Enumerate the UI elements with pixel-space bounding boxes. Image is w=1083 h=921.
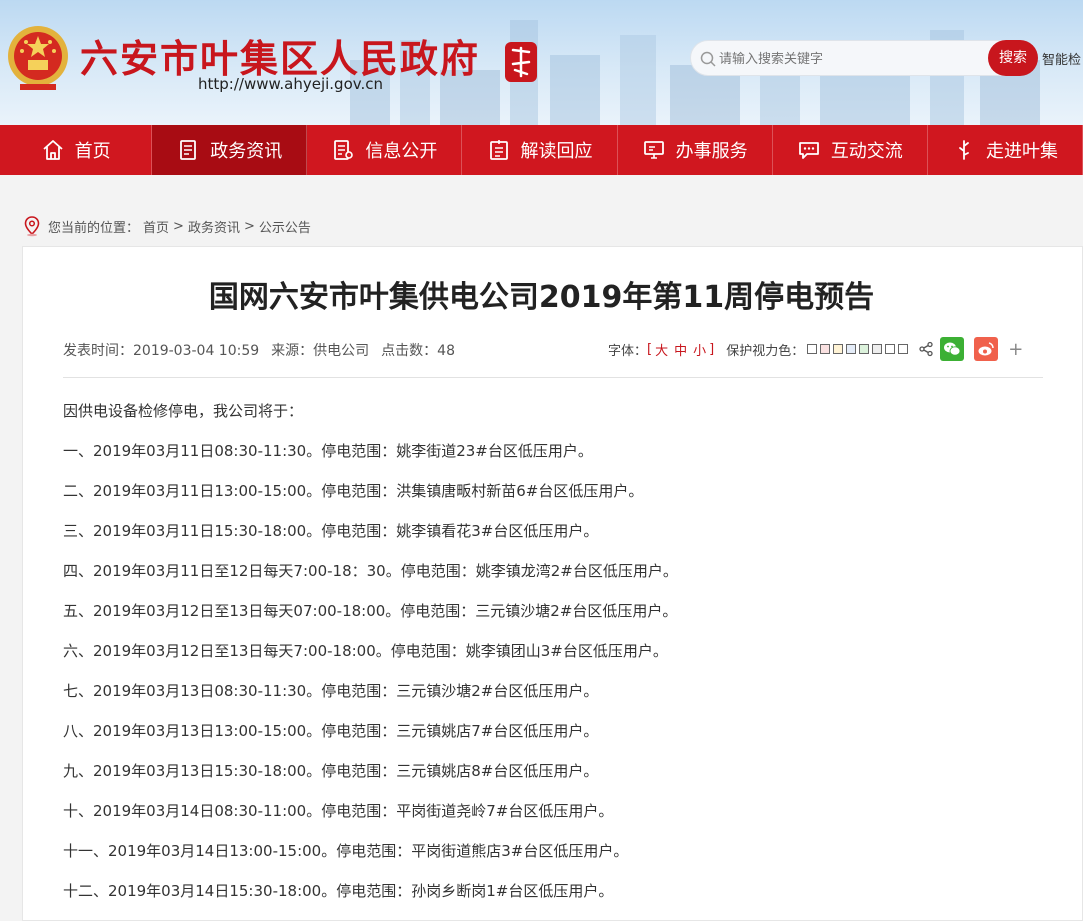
source-value: 供电公司 [313, 343, 370, 359]
main-nav: 首页 政务资讯 信息公开 解读回应 办事服务 互动交流 走进叶集 [0, 125, 1083, 175]
wechat-logo-icon [944, 342, 961, 356]
font-size-medium[interactable]: 中 [674, 340, 687, 359]
source-label: 来源： [271, 343, 314, 359]
nav-item-label: 首页 [74, 141, 111, 162]
eye-color-swatch[interactable] [859, 344, 870, 354]
notice-icon [489, 140, 508, 160]
breadcrumb-news[interactable]: 政务资讯 [188, 217, 240, 236]
article-meta: 发表时间：2019-03-04 10:59 来源：供电公司 点击数：48 [63, 340, 455, 360]
nav-item-about-yeji[interactable]: 走进叶集 [928, 125, 1083, 175]
meta-divider [63, 377, 1043, 378]
paragraph: 二、2019年03月11日13:00-15:00。停电范围：洪集镇唐畈村新苗6#… [63, 482, 644, 500]
article-content: 因供电设备检修停电，我公司将于： 一、2019年03月11日08:30-11:3… [63, 398, 1043, 918]
bracket-close: ] [709, 341, 715, 357]
paragraph: 五、2019年03月12日至13日每天07:00-18:00。停电范围：三元镇沙… [63, 602, 678, 620]
publish-time: 发表时间：2019-03-04 10:59 [63, 340, 259, 360]
nav-item-label: 办事服务 [675, 141, 748, 162]
monitor-icon [643, 141, 664, 159]
paragraph: 十一、2019年03月14日13:00-15:00。停电范围：平岗街道熊店3#台… [63, 842, 629, 860]
eye-care-label: 保护视力色： [726, 343, 805, 359]
paragraph: 四、2019年03月11日至12日每天7:00-18：30。停电范围：姚李镇龙湾… [63, 562, 678, 580]
font-size-small[interactable]: 小 [693, 340, 706, 359]
article-tools: 字体： [ 大 中 小 ] 保护视力色： + [608, 336, 1023, 362]
paragraph: 三、2019年03月11日15:30-18:00。停电范围：姚李镇看花3#台区低… [63, 522, 599, 540]
article-title: 国网六安市叶集供电公司2019年第11周停电预告 [208, 280, 875, 315]
nav-item-news[interactable]: 政务资讯 [152, 125, 308, 175]
bamboo-icon [959, 140, 969, 160]
clicks-label: 点击数： [381, 343, 438, 359]
breadcrumb-separator: > [243, 218, 255, 234]
breadcrumb-home[interactable]: 首页 [143, 217, 169, 236]
breadcrumb-prefix: 您当前的位置： [48, 220, 140, 236]
search-box [690, 40, 1020, 76]
site-header: 六安市叶集区人民政府 http://www.ahyeji.gov.cn 搜索 智… [0, 0, 1083, 125]
paragraph: 一、2019年03月11日08:30-11:30。停电范围：姚李街道23#台区低… [63, 442, 593, 460]
eye-color-swatch[interactable] [872, 344, 883, 354]
paragraph: 因供电设备检修停电，我公司将于： [63, 402, 304, 420]
search-input[interactable] [719, 48, 979, 70]
nav-item-interaction[interactable]: 互动交流 [773, 125, 928, 175]
font-size-large[interactable]: 大 [655, 340, 668, 359]
paragraph: 六、2019年03月12日至13日每天7:00-18:00。停电范围：姚李镇团山… [63, 642, 668, 660]
list-icon [334, 140, 354, 160]
smart-search-link[interactable]: 智能检 [1042, 49, 1081, 68]
click-count: 点击数：48 [381, 340, 455, 360]
eye-color-swatch[interactable] [898, 344, 909, 354]
nav-item-label: 走进叶集 [985, 141, 1058, 162]
more-share-icon[interactable]: + [1008, 339, 1023, 360]
search-icon [700, 51, 716, 67]
location-pin-icon [24, 216, 40, 237]
breadcrumb-announcements[interactable]: 公示公告 [259, 217, 311, 236]
paragraph: 十、2019年03月14日08:30-11:00。停电范围：平岗街道尧岭7#台区… [63, 802, 614, 820]
weibo-share-icon[interactable] [974, 337, 999, 361]
weibo-logo-icon [978, 342, 994, 356]
paragraph: 七、2019年03月13日08:30-11:30。停电范围：三元镇沙塘2#台区低… [63, 682, 599, 700]
font-size-label: 字体： [608, 343, 648, 359]
eye-color-swatch[interactable] [820, 344, 831, 354]
eye-color-swatch[interactable] [833, 344, 844, 354]
bracket-open: [ [647, 341, 653, 357]
nav-item-label: 信息公开 [365, 141, 438, 162]
eye-color-swatch[interactable] [807, 344, 818, 354]
publish-label: 发表时间： [63, 343, 133, 359]
wechat-share-icon[interactable] [940, 337, 965, 361]
nav-item-info-public[interactable]: 信息公开 [307, 125, 463, 175]
clicks-value: 48 [437, 343, 455, 359]
seal-stamp-icon [505, 42, 537, 82]
paragraph: 九、2019年03月13日15:30-18:00。停电范围：三元镇姚店8#台区低… [63, 762, 599, 780]
nav-item-label: 互动交流 [830, 141, 903, 162]
paragraph: 八、2019年03月13日13:00-15:00。停电范围：三元镇姚店7#台区低… [63, 722, 599, 740]
nav-item-interpretation[interactable]: 解读回应 [462, 125, 618, 175]
nav-item-label: 解读回应 [520, 141, 593, 162]
publish-time-value: 2019-03-04 10:59 [133, 343, 260, 359]
breadcrumb: 您当前的位置： 首页 > 政务资讯 > 公示公告 [22, 215, 311, 237]
nav-item-services[interactable]: 办事服务 [618, 125, 773, 175]
breadcrumb-separator: > [173, 218, 184, 234]
national-emblem-icon [8, 26, 68, 90]
nav-item-home[interactable]: 首页 [0, 125, 153, 175]
site-url: http://www.ahyeji.gov.cn [198, 75, 383, 93]
share-icon[interactable] [918, 341, 934, 357]
paragraph: 十二、2019年03月14日15:30-18:00。停电范围：孙岗乡断岗1#台区… [63, 882, 614, 900]
eye-color-swatch[interactable] [846, 344, 857, 354]
source: 来源：供电公司 [271, 340, 369, 360]
eye-color-swatch[interactable] [885, 344, 896, 354]
search-button[interactable]: 搜索 [988, 40, 1038, 76]
chat-icon [798, 142, 819, 159]
document-icon [180, 140, 197, 160]
nav-item-label: 政务资讯 [210, 141, 283, 162]
home-icon [42, 140, 63, 160]
